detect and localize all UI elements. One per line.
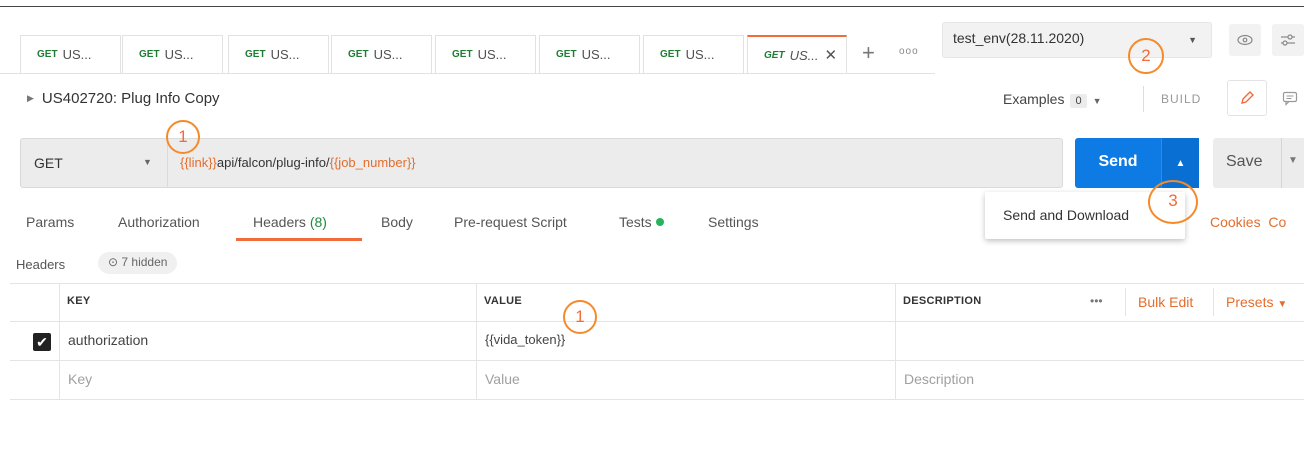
- cookies-link[interactable]: Cookies Co: [1210, 214, 1286, 230]
- caret-down-icon: ▼: [1277, 299, 1288, 310]
- hidden-headers-toggle[interactable]: ⊙ 7 hidden: [98, 252, 178, 274]
- active-tab-indicator: [236, 238, 362, 241]
- headers-label: Headers: [16, 257, 66, 272]
- code-link[interactable]: Co: [1268, 214, 1286, 230]
- caret-right-icon: ▶: [27, 93, 34, 103]
- request-tab[interactable]: GET US...: [122, 35, 223, 73]
- chevron-down-icon[interactable]: ▼: [1288, 155, 1298, 166]
- tab-bar-divider: [0, 73, 935, 74]
- table-border: [10, 399, 1304, 400]
- callout-marker: 3: [1148, 180, 1198, 224]
- tab-body[interactable]: Body: [381, 214, 413, 230]
- settings-sliders-icon[interactable]: [1272, 24, 1304, 56]
- callout-marker: 2: [1128, 38, 1164, 74]
- status-dot-icon: [655, 218, 664, 226]
- presets-dropdown[interactable]: Presets ▼: [1226, 294, 1287, 310]
- callout-marker: 1: [563, 300, 597, 334]
- column-header-value: VALUE: [484, 295, 522, 307]
- description-input[interactable]: Description: [904, 371, 974, 387]
- request-tab[interactable]: GET US...: [20, 35, 121, 73]
- table-border: [1125, 288, 1126, 316]
- request-title[interactable]: ▶ US402720: Plug Info Copy: [27, 90, 220, 107]
- column-header-description: DESCRIPTION: [903, 295, 982, 307]
- request-tab[interactable]: GET US...: [228, 35, 329, 73]
- header-value[interactable]: {{vida_token}}: [485, 332, 565, 347]
- row-enabled-checkbox[interactable]: ✔: [33, 333, 51, 351]
- build-mode[interactable]: BUILD: [1161, 92, 1201, 106]
- url-input[interactable]: {{link}}api/falcon/plug-info/{{job_numbe…: [180, 155, 416, 170]
- chevron-down-icon: ▼: [1188, 35, 1197, 45]
- method-select[interactable]: GET: [34, 155, 63, 171]
- column-header-key: KEY: [67, 295, 91, 307]
- request-tab[interactable]: GET US...: [643, 35, 744, 73]
- table-border: [1213, 288, 1214, 316]
- header-key[interactable]: authorization: [68, 332, 148, 348]
- tab-tests[interactable]: Tests: [619, 214, 664, 230]
- more-tabs-icon[interactable]: ooo: [899, 46, 919, 57]
- close-icon[interactable]: ✕: [824, 46, 837, 64]
- comment-icon[interactable]: [1275, 80, 1304, 116]
- callout-marker: 1: [166, 120, 200, 154]
- table-border: [59, 283, 60, 400]
- request-tab[interactable]: GET US...: [331, 35, 432, 73]
- window-top-border: [0, 6, 1304, 7]
- table-border: [476, 283, 477, 400]
- value-input[interactable]: Value: [485, 371, 520, 387]
- environment-select[interactable]: test_env(28.11.2020) ▼: [942, 22, 1212, 58]
- table-border: [10, 360, 1304, 361]
- request-tab[interactable]: GET US...: [539, 35, 640, 73]
- request-tab[interactable]: GET US...: [435, 35, 536, 73]
- tab-authorization[interactable]: Authorization: [118, 214, 200, 230]
- examples-count: 0: [1070, 94, 1087, 108]
- tab-params[interactable]: Params: [26, 214, 74, 230]
- eye-icon[interactable]: [1229, 24, 1261, 56]
- divider: [1281, 138, 1282, 188]
- divider: [1143, 86, 1144, 112]
- tab-headers[interactable]: Headers (8): [253, 214, 327, 230]
- table-border: [895, 283, 896, 400]
- menu-item-send-and-download[interactable]: Send and Download: [1003, 207, 1129, 223]
- chevron-down-icon[interactable]: ▼: [143, 157, 152, 167]
- pencil-icon[interactable]: [1227, 80, 1267, 116]
- tab-pre-request-script[interactable]: Pre-request Script: [454, 214, 567, 230]
- eye-icon: ⊙: [108, 255, 119, 269]
- save-button[interactable]: Save ▼: [1213, 138, 1304, 188]
- new-tab-button[interactable]: +: [862, 40, 875, 66]
- chevron-down-icon: ▼: [1092, 96, 1102, 106]
- environment-value: test_env(28.11.2020): [953, 30, 1085, 46]
- table-border: [10, 283, 1304, 284]
- key-input[interactable]: Key: [68, 371, 92, 387]
- examples-dropdown[interactable]: Examples 0 ▼: [1003, 91, 1102, 108]
- headers-count: (8): [309, 214, 327, 230]
- tab-settings[interactable]: Settings: [708, 214, 759, 230]
- table-border: [10, 321, 1304, 322]
- bulk-edit-link[interactable]: Bulk Edit: [1138, 294, 1193, 310]
- request-tab-active[interactable]: GET US... ✕: [747, 35, 847, 73]
- more-options-icon[interactable]: •••: [1090, 294, 1103, 308]
